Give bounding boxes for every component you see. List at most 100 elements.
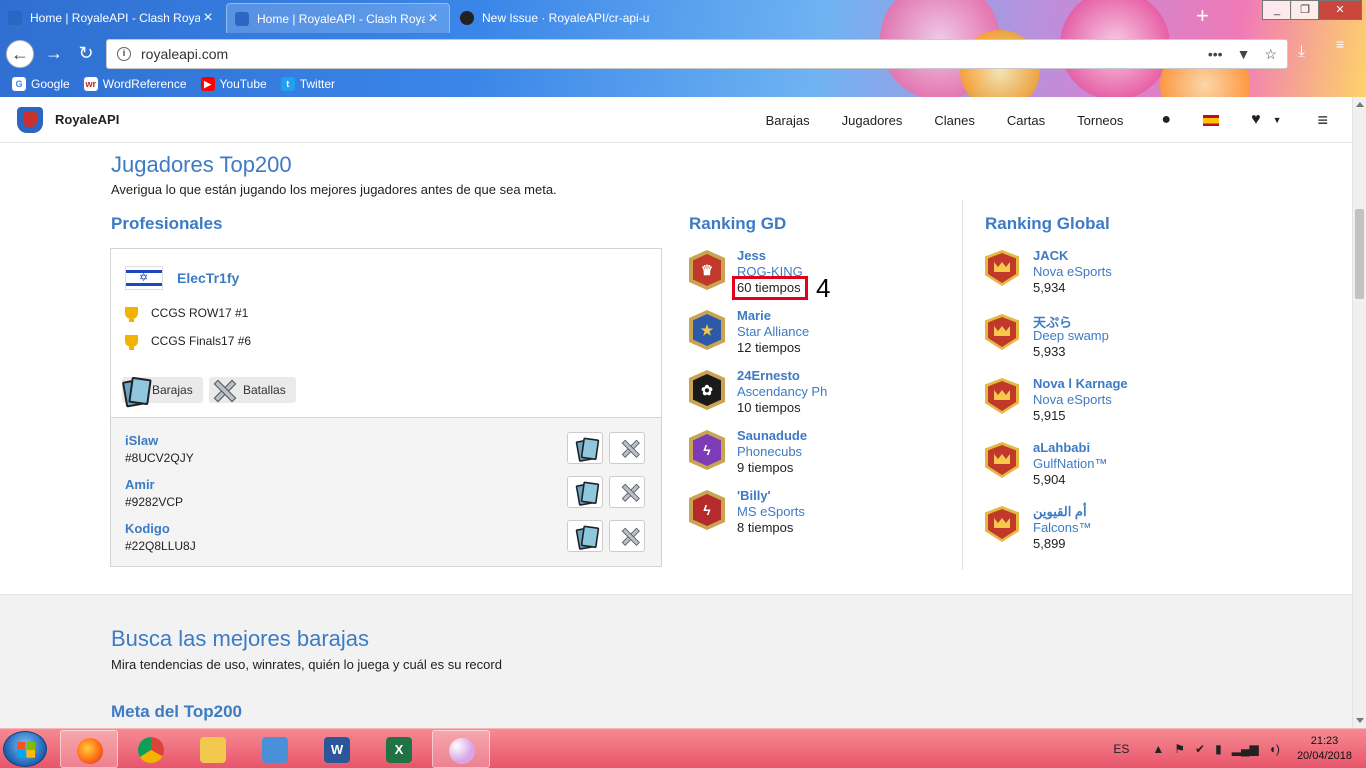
hamburger-menu-icon[interactable]: ≡ [1317, 110, 1328, 131]
taskbar-explorer[interactable] [184, 730, 242, 768]
more-actions-icon[interactable]: ••• [1208, 46, 1223, 63]
clock[interactable]: 21:23 20/04/2018 [1297, 734, 1352, 764]
browser-tab[interactable]: Home | RoyaleAPI - Clash Royale × [0, 3, 224, 33]
player-name[interactable]: Saunadude [737, 428, 807, 444]
clan-badge-icon: ϟ [689, 490, 725, 530]
close-icon[interactable]: × [200, 10, 216, 26]
crown-badge-icon [985, 314, 1019, 350]
player-name[interactable]: Jess [737, 248, 803, 264]
scroll-up-arrow-icon[interactable] [1356, 102, 1364, 107]
bookmark-youtube[interactable]: ▶ YouTube [200, 77, 267, 91]
url-text[interactable]: royaleapi.com [141, 46, 1208, 62]
player-name[interactable]: 'Billy' [737, 488, 805, 504]
nav-barajas[interactable]: Barajas [766, 113, 810, 128]
decks-icon [577, 526, 595, 547]
taskbar-control-panel[interactable] [246, 730, 304, 768]
power-icon[interactable]: ▮ [1215, 742, 1222, 756]
page-scrollbar[interactable] [1352, 97, 1366, 728]
page-content: Jugadores Top200 Averigua lo que están j… [0, 143, 1352, 728]
bookmark-wordreference[interactable]: wr WordReference [83, 77, 187, 91]
pocket-icon[interactable]: ▼ [1237, 46, 1251, 63]
url-bar-tools: ••• ▼ ☆ [1208, 46, 1277, 63]
forward-arrow-icon[interactable]: → [40, 40, 68, 68]
back-arrow-icon[interactable]: ← [6, 40, 34, 68]
browser-chrome: Home | RoyaleAPI - Clash Royale × Home |… [0, 0, 1366, 97]
clan-name[interactable]: Deep swamp [1033, 328, 1109, 344]
account-decks-button[interactable] [567, 520, 603, 552]
close-window-button[interactable]: ✕ [1318, 0, 1362, 20]
spain-flag-icon[interactable] [1203, 114, 1220, 126]
pros-title: Profesionales [111, 214, 223, 233]
maximize-window-button[interactable]: ❐ [1290, 0, 1320, 20]
reload-icon[interactable]: ↻ [72, 40, 100, 68]
taskbar-chrome[interactable] [122, 730, 180, 768]
clan-badge-icon: ♛ [689, 250, 725, 290]
player-name[interactable]: 天ぷら [1033, 312, 1109, 330]
new-tab-plus-icon[interactable]: + [1196, 4, 1209, 28]
player-name[interactable]: 24Ernesto [737, 368, 827, 384]
nav-cartas[interactable]: Cartas [1007, 113, 1045, 128]
bookmark-label: Google [31, 77, 70, 91]
menu-icon[interactable]: ≡ [1336, 37, 1344, 51]
user-icon[interactable]: ● [1161, 111, 1171, 129]
clan-name[interactable]: Ascendancy Ph [737, 384, 827, 400]
account-decks-button[interactable] [567, 432, 603, 464]
account-name[interactable]: iSlaw [125, 433, 194, 448]
player-name[interactable]: JACK [1033, 248, 1112, 264]
bookmark-google[interactable]: G Google [12, 77, 70, 91]
download-icon[interactable]: ⤓ [1298, 43, 1305, 61]
start-button[interactable] [3, 731, 47, 767]
player-name[interactable]: Marie [737, 308, 809, 324]
clan-name[interactable]: Nova eSports [1033, 264, 1112, 280]
clan-name[interactable]: Phonecubs [737, 444, 807, 460]
account-battles-button[interactable] [609, 432, 645, 464]
browser-tab-active[interactable]: Home | RoyaleAPI - Clash Royale × [226, 3, 450, 33]
decks-section-title: Busca las mejores barajas [111, 626, 370, 651]
taskbar-paint[interactable] [432, 730, 490, 768]
taskbar-firefox[interactable] [60, 730, 118, 768]
taskbar-word[interactable]: W [308, 730, 366, 768]
flag-icon[interactable]: ⚑ [1174, 742, 1185, 756]
network-icon[interactable]: ▂▄▆ [1232, 742, 1259, 756]
nav-clanes[interactable]: Clanes [934, 113, 974, 128]
nav-torneos[interactable]: Torneos [1077, 113, 1123, 128]
battles-button[interactable]: Batallas [209, 377, 296, 403]
bookmark-star-icon[interactable]: ☆ [1264, 46, 1277, 63]
account-battles-button[interactable] [609, 520, 645, 552]
browser-tab[interactable]: New Issue · RoyaleAPI/cr-api-u [452, 3, 676, 33]
crossed-swords-icon [211, 377, 237, 403]
clan-name[interactable]: Falcons™ [1033, 520, 1092, 536]
decks-button[interactable]: Barajas [122, 377, 203, 403]
minimize-window-button[interactable]: _ [1262, 0, 1292, 20]
clan-name[interactable]: Nova eSports [1033, 392, 1128, 408]
chevron-down-icon[interactable]: ▼ [1273, 115, 1282, 125]
scroll-down-arrow-icon[interactable] [1356, 718, 1364, 723]
volume-icon[interactable]: ◖) [1269, 742, 1280, 756]
paint-icon [449, 738, 475, 764]
bookmarks-bar: G Google wr WordReference ▶ YouTube t Twitte… [0, 72, 335, 96]
account-name[interactable]: Amir [125, 477, 183, 492]
account-name[interactable]: Kodigo [125, 521, 196, 536]
scrollbar-thumb[interactable] [1355, 209, 1364, 299]
gd-count: 10 tiempos [737, 400, 801, 415]
security-icon[interactable]: ✔ [1195, 742, 1205, 756]
account-battles-button[interactable] [609, 476, 645, 508]
taskbar-excel[interactable]: X [370, 730, 428, 768]
clan-name[interactable]: GulfNation™ [1033, 456, 1107, 472]
url-bar[interactable]: i royaleapi.com ••• ▼ ☆ [106, 39, 1288, 69]
heart-icon[interactable]: ♥ [1251, 111, 1261, 129]
player-name[interactable]: أم القيوين [1033, 504, 1092, 520]
pro-name[interactable]: ElecTr1fy [177, 270, 239, 286]
close-icon[interactable]: × [425, 10, 441, 27]
player-name[interactable]: Nova l Karnage [1033, 376, 1128, 392]
clan-name[interactable]: Star Alliance [737, 324, 809, 340]
bookmark-twitter[interactable]: t Twitter [280, 77, 335, 91]
clan-name[interactable]: MS eSports [737, 504, 805, 520]
nav-jugadores[interactable]: Jugadores [842, 113, 903, 128]
site-info-icon[interactable]: i [117, 47, 131, 61]
player-name[interactable]: aLahbabi [1033, 440, 1107, 456]
account-decks-button[interactable] [567, 476, 603, 508]
show-hidden-icons-icon[interactable]: ▲ [1152, 742, 1164, 756]
language-indicator[interactable]: ES [1113, 742, 1129, 756]
brand[interactable]: RoyaleAPI [17, 106, 119, 133]
